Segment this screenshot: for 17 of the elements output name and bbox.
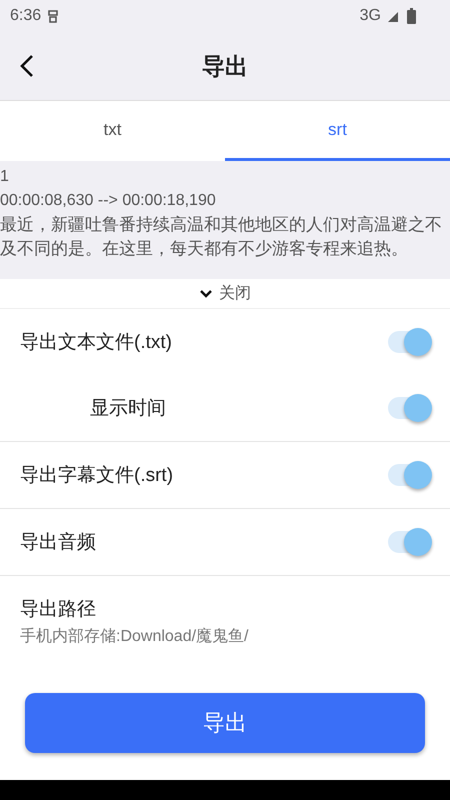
option-label: 导出字幕文件(.srt) <box>20 464 174 488</box>
option-label: 导出文本文件(.txt) <box>20 331 173 355</box>
battery-icon <box>407 8 416 24</box>
export-button[interactable]: 导出 <box>25 693 425 753</box>
chevron-icon <box>199 288 213 298</box>
notification-icon <box>47 8 60 24</box>
option-label: 导出音频 <box>20 531 97 555</box>
option-label: 显示时间 <box>90 397 167 421</box>
network-label: 3G <box>360 7 381 25</box>
preview-text: 1 <box>0 167 10 187</box>
preview-text: 最近，新疆吐鲁番持续高温和其他地区的人们对高温避之不及不同的是。在这里，每天都有不少游客专程来追热。 <box>0 214 443 260</box>
path-value: 手机内部存储:Download/魔鬼鱼/ <box>20 626 250 647</box>
back-icon[interactable] <box>20 54 34 78</box>
preview-text: 00:00:08,630 --> 00:00:18,190 <box>0 191 217 211</box>
page-title: 导出 <box>202 52 248 80</box>
status-time: 6:36 <box>10 7 42 25</box>
path-label: 导出路径 <box>20 598 97 622</box>
